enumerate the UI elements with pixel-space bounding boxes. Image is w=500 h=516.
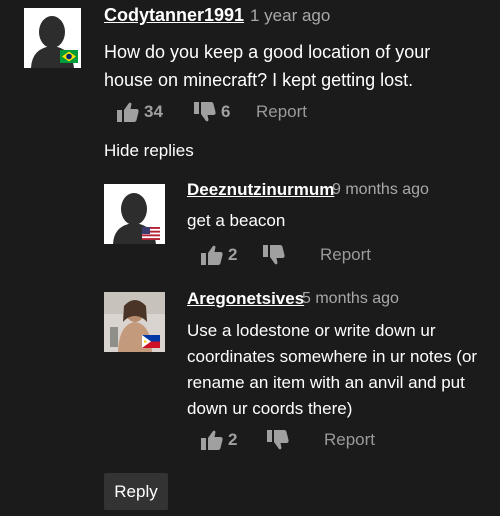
reply: Aregonetsives 5 months ago Use a lodesto… [0,280,500,460]
thumbs-down-icon [194,102,216,122]
reply-text-line: get a beacon [187,211,286,230]
like-count: 2 [228,430,238,449]
reply-timestamp: 9 months ago [332,181,429,198]
reply: Deeznutzinurmum 9 months ago get a beaco… [0,170,500,270]
reply-username[interactable]: Deeznutzinurmum [187,180,334,200]
dislike-button[interactable] [266,429,290,451]
dislike-count: 6 [221,102,231,121]
comment-username[interactable]: Codytanner1991 [104,5,244,26]
usa-flag-icon [142,227,160,240]
avatar[interactable] [104,184,165,244]
reply-text-line: Use a lodestone or write down ur [187,321,436,340]
thumbs-down-icon [267,430,289,450]
comment-timestamp: 1 year ago [250,6,331,25]
like-button[interactable]: 34 [116,101,163,123]
thumbs-up-icon [117,102,139,122]
reply-text: get a beacon [187,208,487,234]
philippines-flag-icon [142,335,160,348]
like-count: 34 [144,102,163,121]
like-button[interactable]: 2 [200,429,237,451]
avatar[interactable] [104,292,165,352]
dislike-button[interactable] [262,244,286,266]
report-link[interactable]: Report [320,245,371,265]
reply-text-line: coordinates somewhere in ur notes (or [187,347,478,366]
comment-text-line: house on minecraft? I kept getting lost. [104,70,414,90]
thumbs-down-icon [263,245,285,265]
like-button[interactable]: 2 [200,244,237,266]
report-link[interactable]: Report [256,102,307,122]
report-link[interactable]: Report [324,430,375,450]
like-count: 2 [228,245,238,264]
comment: Codytanner1991 1 year ago How do you kee… [0,0,500,130]
comment-text: How do you keep a good location of your … [104,38,484,94]
avatar[interactable] [24,8,81,68]
reply-text-line: down ur coords there) [187,399,353,418]
dislike-button[interactable]: 6 [193,101,230,123]
thumbs-up-icon [201,430,223,450]
thumbs-up-icon [201,245,223,265]
brazil-flag-icon [60,50,78,63]
reply-timestamp: 5 months ago [302,290,399,307]
reply-username[interactable]: Aregonetsives [187,289,304,309]
comment-text-line: How do you keep a good location of your [104,42,431,62]
reply-button[interactable]: Reply [104,473,168,510]
reply-text-line: rename an item with an anvil and put [187,373,465,392]
hide-replies-button[interactable]: Hide replies [104,141,194,161]
reply-text: Use a lodestone or write down ur coordin… [187,318,492,422]
